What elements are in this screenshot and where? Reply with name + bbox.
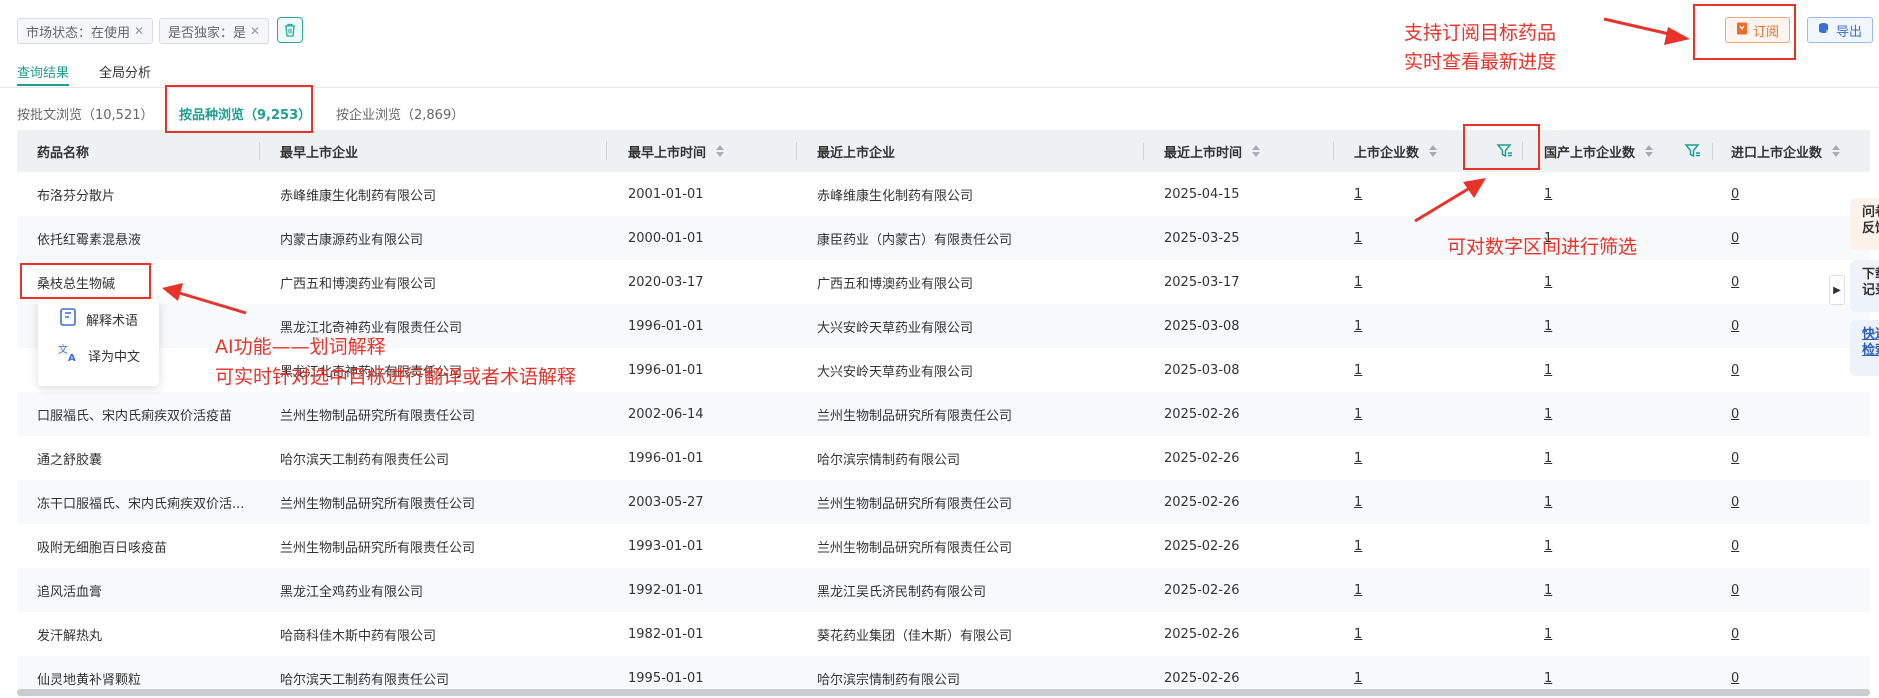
- arrow-head-filter: [1463, 178, 1486, 198]
- side-tab-download-records[interactable]: 下载 记录: [1850, 260, 1879, 312]
- side-tab-quick-search[interactable]: 快速 检索: [1850, 320, 1879, 376]
- side-tab-line: 下载: [1862, 267, 1879, 282]
- annotation-arrows: [162, 17, 1690, 315]
- panel-collapse-icon[interactable]: ▶: [1829, 275, 1845, 305]
- arrow-to-filter: [1414, 184, 1474, 223]
- side-tab-line: 快速: [1862, 327, 1879, 342]
- arrow-head-subscribe: [1664, 27, 1690, 45]
- page: 市场状态：在使用 ✕ 是否独家：是 ✕ 查询结果 全局分析 按批文浏览（10,5…: [0, 0, 1879, 698]
- side-tab-line: 检索: [1862, 343, 1879, 358]
- side-tab-line: 问卷: [1862, 205, 1879, 220]
- side-tab-line: 记录: [1862, 283, 1879, 298]
- arrow-to-word: [175, 290, 247, 315]
- side-tab-line: 反馈: [1862, 221, 1879, 236]
- arrow-head-word: [162, 283, 183, 301]
- side-tab-feedback[interactable]: 问卷 反馈: [1850, 198, 1879, 250]
